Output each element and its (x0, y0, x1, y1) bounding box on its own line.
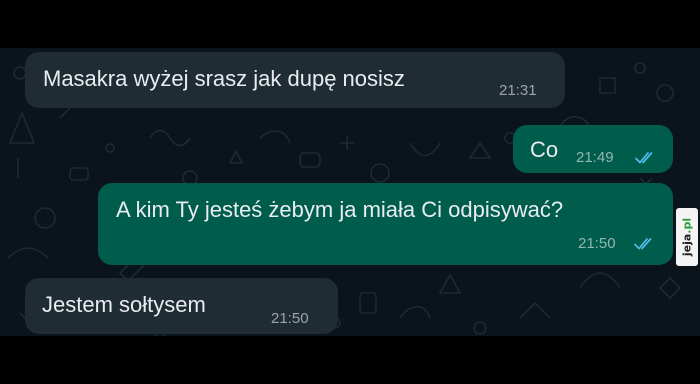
message-text: Jestem sołtysem (42, 292, 206, 317)
chat-area[interactable]: Masakra wyżej srasz jak dupę nosisz 21:3… (0, 48, 700, 336)
message-time: 21:49 (576, 149, 614, 166)
message-time: 21:31 (499, 82, 537, 99)
incoming-message-bubble[interactable]: Masakra wyżej srasz jak dupę nosisz 21:3… (25, 52, 565, 108)
double-check-icon (634, 238, 652, 250)
watermark-text: jeja.pl (681, 218, 694, 256)
message-text: Co (530, 137, 559, 162)
outgoing-message-bubble[interactable]: Co 21:49 (513, 125, 673, 173)
double-check-icon (635, 152, 653, 164)
watermark-suffix: .pl (680, 217, 694, 234)
message-text: A kim Ty jesteś żebym ja miała Ci odpisy… (116, 197, 564, 222)
message-time: 21:50 (271, 310, 309, 327)
watermark-logo: jeja.pl (676, 208, 698, 266)
incoming-message-bubble[interactable]: Jestem sołtysem 21:50 (25, 278, 338, 334)
screenshot: Masakra wyżej srasz jak dupę nosisz 21:3… (0, 0, 700, 384)
message-text: Masakra wyżej srasz jak dupę nosisz (43, 66, 405, 91)
outgoing-message-bubble[interactable]: A kim Ty jesteś żebym ja miała Ci odpisy… (98, 183, 673, 265)
watermark-name: jeja (680, 233, 694, 257)
message-time: 21:50 (578, 235, 616, 252)
